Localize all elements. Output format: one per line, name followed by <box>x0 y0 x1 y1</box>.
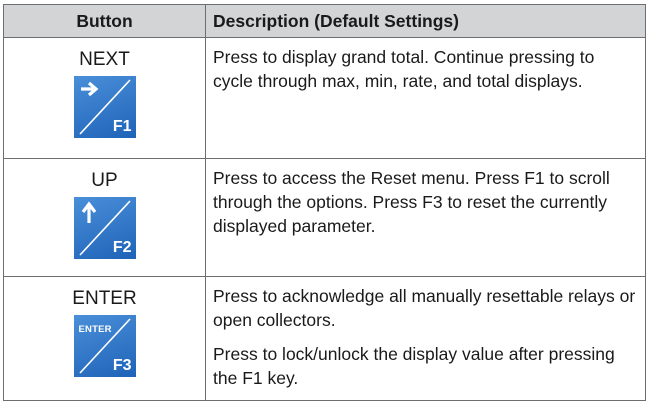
header-description: Description (Default Settings) <box>205 4 646 38</box>
f3-key: ENTER F3 <box>73 315 136 377</box>
button-cell: ENTER ENTER F3 <box>3 276 206 401</box>
f1-key: F1 <box>73 76 136 138</box>
key-label: F3 <box>112 357 132 374</box>
table-row-enter: ENTER ENTER F3 Press to acknowledge all … <box>3 276 646 401</box>
description-text: Press to acknowledge all manually resett… <box>213 286 636 330</box>
description-text: Press to lock/unlock the display value a… <box>213 344 615 388</box>
enter-key-text: ENTER <box>78 324 112 335</box>
key-label: F1 <box>112 118 132 135</box>
f2-key: F2 <box>73 197 136 259</box>
description-cell: Press to access the Reset menu. Press F1… <box>205 158 646 277</box>
button-cell: NEXT F1 <box>3 37 206 159</box>
key-label: F2 <box>112 239 132 256</box>
table-row-next: NEXT F1 Press to display grand total. Co… <box>3 37 646 159</box>
description-cell: Press to acknowledge all manually resett… <box>205 276 646 401</box>
button-name: UP <box>91 170 118 191</box>
description-text: Press to access the Reset menu. Press F1… <box>213 168 610 236</box>
header-button: Button <box>3 4 206 38</box>
table-header-row: Button Description (Default Settings) <box>3 4 646 38</box>
button-name: ENTER <box>72 288 137 309</box>
description-text: Press to display grand total. Continue p… <box>213 47 595 91</box>
right-arrow-icon <box>80 81 98 97</box>
table-row-up: UP F2 Press to access the Reset menu. Pr… <box>3 158 646 277</box>
button-cell: UP F2 <box>3 158 206 277</box>
up-arrow-icon <box>81 201 96 223</box>
button-name: NEXT <box>79 49 130 70</box>
description-cell: Press to display grand total. Continue p… <box>205 37 646 159</box>
button-description-table: Button Description (Default Settings) NE… <box>3 4 646 401</box>
